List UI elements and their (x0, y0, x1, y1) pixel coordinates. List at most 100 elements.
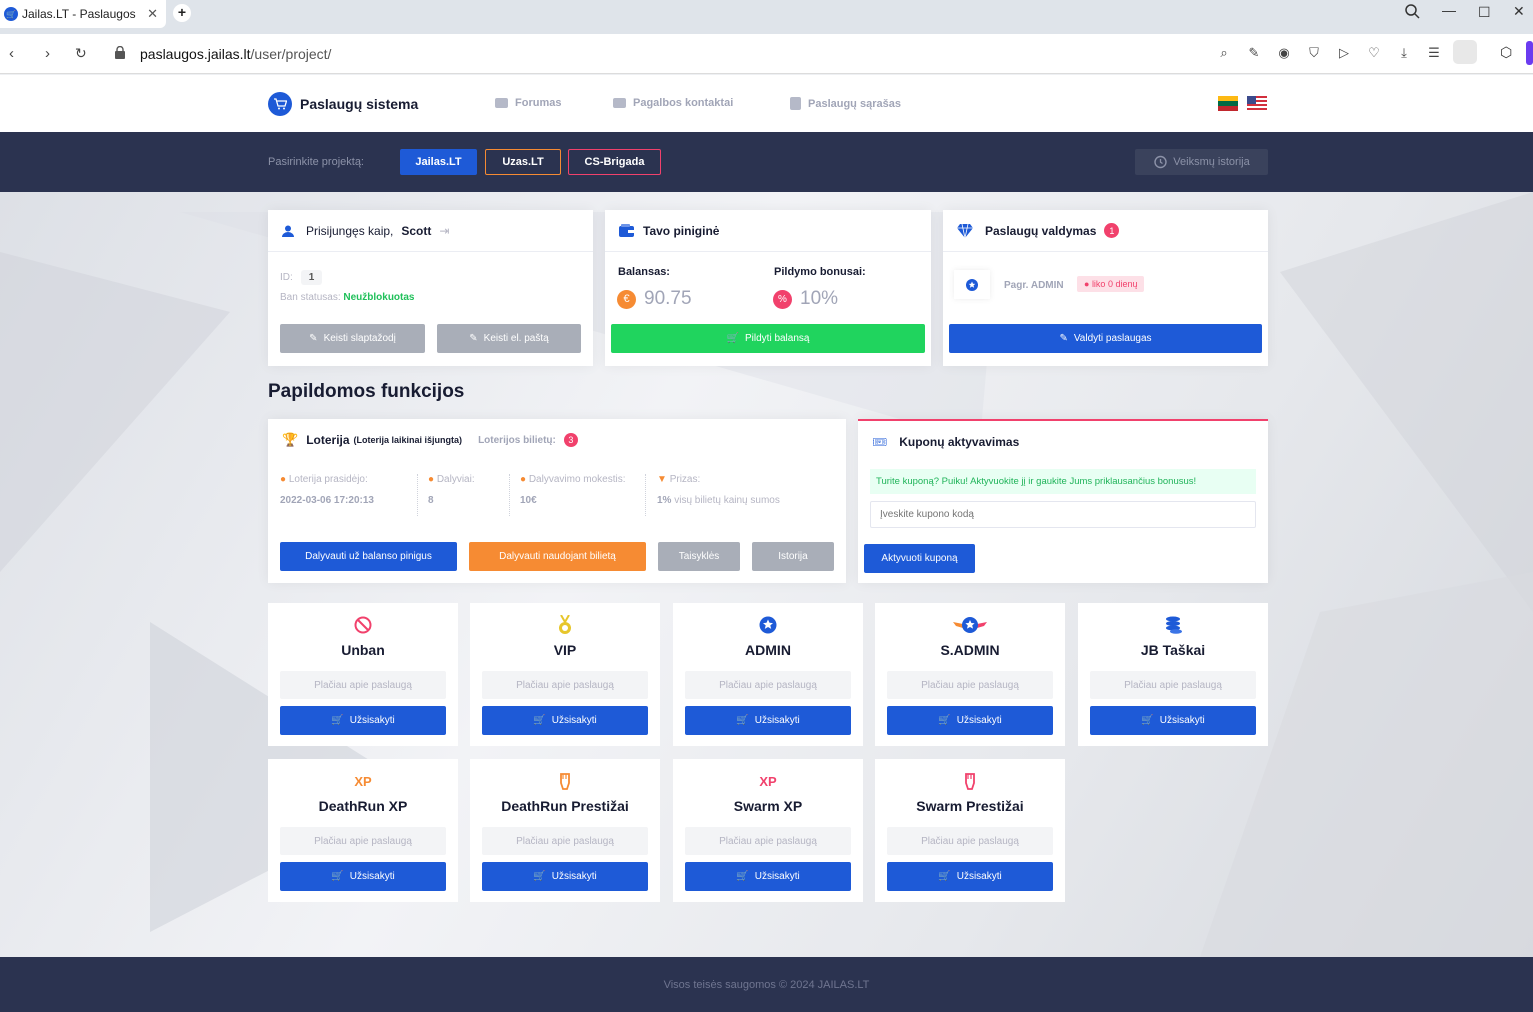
service-order-button[interactable]: 🛒 Užsisakyti (685, 706, 851, 735)
logged-as-label: Prisijungęs kaip, (306, 223, 394, 238)
cart-favicon-icon: 🛒 (4, 7, 18, 21)
rules-button[interactable]: Taisyklės (658, 542, 740, 571)
service-name: S.ADMIN (940, 642, 1000, 658)
lottery-start-label: Loterija prasidėjo: (288, 474, 368, 485)
new-tab-button[interactable]: + (173, 4, 191, 22)
service-order-button[interactable]: 🛒 Užsisakyti (685, 862, 851, 891)
trophy-icon: 🏆 (282, 432, 299, 447)
remaining-days-badge: ● liko 0 dienų (1077, 276, 1145, 292)
menu-support[interactable]: Pagalbos kontaktai (613, 97, 733, 109)
service-more-button[interactable]: Plačiau apie paslaugą (482, 827, 648, 855)
active-service-name: Pagr. ADMIN (1004, 280, 1064, 291)
brand-logo[interactable]: Paslaugų sistema (268, 92, 418, 116)
usa-flag-icon[interactable] (1247, 96, 1267, 111)
url-field[interactable]: paslaugos.jailas.lt/user/project/ (140, 46, 331, 62)
balance-value: 90.75 (644, 288, 692, 309)
sidebar-toggle[interactable] (1526, 41, 1533, 65)
minimize-icon[interactable]: — (1442, 2, 1456, 18)
topup-button[interactable]: 🛒 Pildyti balansą (611, 324, 925, 353)
participate-ticket-button[interactable]: Dalyvauti naudojant bilietą (469, 542, 646, 571)
service-order-button[interactable]: 🛒 Užsisakyti (1090, 706, 1256, 735)
browser-tabstrip: 🛒 Jailas.LT - Paslaugos ✕ + — ☐ ✕ (0, 0, 1533, 34)
bonus-label: Pildymo bonusai: (774, 266, 866, 278)
service-order-button[interactable]: 🛒 Užsisakyti (887, 706, 1053, 735)
lithuania-flag-icon[interactable] (1218, 96, 1238, 111)
url-path: /user/project/ (250, 46, 332, 62)
menu-lines-icon[interactable]: ☰ (1425, 44, 1443, 62)
fist-icon (965, 773, 975, 790)
service-order-button[interactable]: 🛒 Užsisakyti (482, 706, 648, 735)
lottery-history-button[interactable]: Istorija (752, 542, 834, 571)
participate-balance-button[interactable]: Dalyvauti už balanso pinigus (280, 542, 457, 571)
fee-stat: ● Dalyvavimo mokestis: 10€ (520, 474, 646, 516)
service-card-deathrun-xp: XP DeathRun XP Plačiau apie paslaugą 🛒 Už… (268, 759, 458, 902)
ban-status: Neužblokuotas (343, 292, 415, 303)
project-jailas-button[interactable]: Jailas.LT (400, 149, 477, 175)
services-management-header: Paslaugų valdymas 1 (943, 210, 1268, 252)
balance-label: Balansas: (618, 266, 670, 278)
cart-icon: 🛒 (533, 715, 546, 726)
winged-star-icon (953, 617, 987, 633)
service-name: Unban (341, 642, 385, 658)
service-more-button[interactable]: Plačiau apie paslaugą (685, 671, 851, 699)
service-more-button[interactable]: Plačiau apie paslaugą (887, 671, 1053, 699)
coupon-title: Kuponų aktyvavimas (899, 435, 1020, 449)
service-more-button[interactable]: Plačiau apie paslaugą (280, 671, 446, 699)
change-email-label: Keisti el. paštą (483, 333, 549, 344)
heart-icon[interactable]: ♡ (1365, 44, 1383, 62)
service-order-button[interactable]: 🛒 Užsisakyti (280, 862, 446, 891)
menu-services[interactable]: Paslaugų sąrašas (790, 97, 901, 110)
service-order-button[interactable]: 🛒 Užsisakyti (887, 862, 1053, 891)
wallet-card: Tavo piniginė Balansas: € 90.75 Pildymo … (605, 210, 931, 366)
forward-icon[interactable]: › (45, 45, 50, 62)
maximize-icon[interactable]: ☐ (1478, 4, 1491, 21)
order-label: Užsisakyti (754, 715, 800, 726)
order-label: Užsisakyti (956, 715, 1002, 726)
menu-forum[interactable]: Forumas (495, 97, 561, 109)
project-csbrigada-button[interactable]: CS-Brigada (568, 149, 661, 175)
service-order-button[interactable]: 🛒 Užsisakyti (280, 706, 446, 735)
reload-icon[interactable]: ↻ (75, 45, 87, 62)
coin-icon: ● (520, 474, 529, 485)
download-icon[interactable]: ⤓ (1395, 44, 1413, 62)
close-window-icon[interactable]: ✕ (1513, 3, 1525, 20)
ticket-icon: 🎟 (872, 435, 888, 449)
zoom-icon[interactable]: ⌕ (1215, 44, 1233, 62)
change-email-button[interactable]: ✎ Keisti el. paštą (437, 324, 581, 353)
xp-icon: XP (759, 773, 777, 789)
profile-icon[interactable] (1453, 40, 1477, 64)
participants-label: Dalyviai: (436, 474, 475, 485)
service-more-button[interactable]: Plačiau apie paslaugą (887, 827, 1053, 855)
logout-icon[interactable]: ⇥ (439, 224, 449, 238)
lottery-card: 🏆 Loterija (Loterija laikinai išjungta) … (268, 419, 846, 583)
address-bar: ‹ › ↻ paslaugos.jailas.lt/user/project/ … (0, 34, 1533, 74)
cube-icon[interactable]: ⬡ (1500, 44, 1512, 61)
camera-icon[interactable]: ◉ (1275, 44, 1293, 62)
diamond-icon (957, 223, 973, 238)
service-more-button[interactable]: Plačiau apie paslaugą (280, 827, 446, 855)
close-tab-icon[interactable]: ✕ (147, 6, 158, 22)
order-label: Užsisakyti (754, 871, 800, 882)
shield-icon[interactable]: ⛉ (1305, 44, 1323, 62)
manage-services-button[interactable]: ✎ Valdyti paslaugas (949, 324, 1262, 353)
service-more-button[interactable]: Plačiau apie paslaugą (685, 827, 851, 855)
coupon-code-input[interactable] (870, 501, 1256, 528)
search-tabs-icon[interactable] (1405, 4, 1420, 22)
services-management-title: Paslaugų valdymas (985, 223, 1097, 238)
service-name: DeathRun XP (318, 798, 408, 814)
medal-icon (559, 615, 571, 634)
project-uzas-button[interactable]: Uzas.LT (485, 149, 561, 175)
play-icon[interactable]: ▷ (1335, 44, 1353, 62)
history-button[interactable]: Veiksmų istorija (1135, 149, 1268, 175)
service-more-button[interactable]: Plačiau apie paslaugą (1090, 671, 1256, 699)
activate-coupon-button[interactable]: Aktyvuoti kuponą (864, 544, 975, 573)
service-card-swarm-prestige: Swarm Prestižai Plačiau apie paslaugą 🛒 U… (875, 759, 1065, 902)
lottery-subtitle: (Loterija laikinai išjungta) (353, 435, 463, 445)
back-icon[interactable]: ‹ (9, 45, 14, 62)
browser-tab[interactable]: 🛒 Jailas.LT - Paslaugos ✕ (0, 0, 166, 28)
service-more-button[interactable]: Plačiau apie paslaugą (482, 671, 648, 699)
edit-icon[interactable]: ✎ (1245, 44, 1263, 62)
service-name: DeathRun Prestižai (501, 798, 629, 814)
service-order-button[interactable]: 🛒 Užsisakyti (482, 862, 648, 891)
change-password-button[interactable]: ✎ Keisti slaptažodį (280, 324, 425, 353)
